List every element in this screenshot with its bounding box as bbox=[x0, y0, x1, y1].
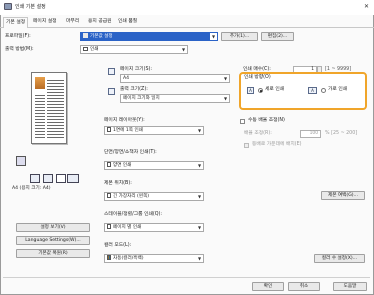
preview-duplex-icon[interactable] bbox=[30, 174, 40, 183]
portrait-icon: A bbox=[247, 87, 254, 94]
title-bar: 인쇄 기본 설정 ✕ bbox=[0, 0, 374, 15]
ok-button[interactable]: 확인 bbox=[252, 282, 284, 291]
preview-caption: A4 (용지 크기: A4) bbox=[12, 186, 51, 191]
portrait-label[interactable]: 세로 인쇄 bbox=[265, 87, 284, 93]
page-size-value: A4 bbox=[123, 76, 130, 81]
profile-label: 프로파일(F): bbox=[5, 34, 31, 39]
page-size-label: 페이지 크기(S): bbox=[120, 67, 152, 72]
binding-margin-button[interactable]: 제본 여백(G)... bbox=[321, 191, 365, 200]
preview-image bbox=[35, 77, 45, 89]
preview-printer-icon[interactable] bbox=[16, 156, 26, 166]
output-size-label: 출력 크기(Z): bbox=[120, 87, 148, 92]
duplex-label: 단면/양면/소책자 인쇄(T): bbox=[104, 150, 157, 155]
binding-icon bbox=[107, 193, 111, 198]
printer-app-icon bbox=[4, 3, 12, 10]
staple-select[interactable]: 페이지 별 인쇄 ▼ bbox=[104, 223, 204, 232]
preview-layout-icon[interactable] bbox=[67, 174, 79, 183]
color-mode-select[interactable]: 자동(컬러/흑백) ▼ bbox=[104, 254, 204, 263]
chevron-down-icon: ▼ bbox=[223, 76, 228, 81]
manual-scale-label[interactable]: 수동 배율 조정(N) bbox=[248, 118, 285, 124]
chevron-down-icon: ▼ bbox=[197, 194, 202, 199]
help-button[interactable]: 도움말 bbox=[333, 282, 367, 291]
duplex-icon bbox=[107, 162, 111, 167]
layout-icon bbox=[107, 127, 111, 132]
footer-divider bbox=[3, 277, 370, 278]
staple-label: 스테이플/정렬/그룹 인쇄(Q): bbox=[104, 212, 163, 217]
tab-finishing[interactable]: 마무리 bbox=[64, 17, 81, 28]
layout-label: 페이지 레이아웃(Y): bbox=[104, 118, 145, 123]
tab-basic-settings[interactable]: 기본 설정 bbox=[3, 17, 29, 28]
layout-select[interactable]: 1면에 1쪽 인쇄 ▼ bbox=[104, 126, 204, 135]
page-size-select[interactable]: A4 ▼ bbox=[120, 74, 230, 83]
printer-icon bbox=[83, 46, 88, 51]
page-size-icon bbox=[108, 68, 115, 75]
tab-paper-source[interactable]: 용지 공급원 bbox=[86, 17, 114, 28]
color-mode-label: 컬러 모드(L): bbox=[104, 243, 132, 248]
chevron-down-icon: ▼ bbox=[181, 47, 186, 52]
window-title: 인쇄 기본 설정 bbox=[15, 4, 46, 10]
profile-add-button[interactable]: 추가(1)... bbox=[221, 32, 258, 41]
preview-staple-icon[interactable] bbox=[43, 174, 53, 183]
orientation-label: 인쇄 방향(O) bbox=[244, 75, 271, 80]
chevron-down-icon: ▼ bbox=[197, 163, 202, 168]
output-size-icon bbox=[108, 88, 115, 95]
color-count-button[interactable]: 컬러 수 설정(X)... bbox=[314, 254, 365, 263]
duplex-value: 양면 인쇄 bbox=[113, 163, 132, 168]
restore-defaults-button[interactable]: 기본값 복원(R) bbox=[16, 249, 90, 258]
scale-input[interactable]: 100 bbox=[300, 130, 321, 138]
chevron-down-icon: ▼ bbox=[223, 96, 228, 101]
manual-scale-checkbox[interactable] bbox=[240, 119, 245, 124]
tab-print-quality[interactable]: 인쇄 품질 bbox=[116, 17, 139, 28]
chevron-down-icon: ▼ bbox=[197, 128, 202, 133]
output-method-value: 인쇄 bbox=[90, 47, 99, 52]
profile-select[interactable]: 기본값 설정 ▼ bbox=[80, 32, 218, 41]
layout-value: 1면에 1쪽 인쇄 bbox=[113, 128, 143, 133]
landscape-label[interactable]: 가로 인쇄 bbox=[328, 87, 347, 93]
staple-value: 페이지 별 인쇄 bbox=[113, 225, 142, 230]
profile-icon bbox=[83, 33, 88, 38]
binding-label: 제본 위치(B): bbox=[104, 181, 132, 186]
chevron-down-icon: ▼ bbox=[210, 33, 217, 40]
view-settings-button[interactable]: 설정 보기(V) bbox=[16, 223, 90, 232]
tab-page-setup[interactable]: 페이지 설정 bbox=[31, 17, 59, 28]
language-settings-button[interactable]: Language Settings(W)... bbox=[16, 236, 90, 245]
tab-bar: 기본 설정 페이지 설정 마무리 용지 공급원 인쇄 품질 bbox=[0, 15, 374, 28]
chevron-down-icon: ▼ bbox=[197, 225, 202, 230]
binding-select[interactable]: 긴 가장자리 (왼쪽) ▼ bbox=[104, 192, 204, 201]
output-method-select[interactable]: 인쇄 ▼ bbox=[80, 45, 188, 54]
preview-color-icon[interactable] bbox=[56, 174, 66, 183]
profile-value: 기본값 설정 bbox=[90, 34, 113, 39]
close-icon[interactable]: ✕ bbox=[364, 4, 369, 10]
chevron-down-icon: ▼ bbox=[197, 256, 202, 261]
even-center-checkbox[interactable] bbox=[244, 143, 249, 148]
landscape-radio[interactable] bbox=[321, 88, 326, 93]
preview-text-lines-left bbox=[35, 93, 45, 138]
duplex-select[interactable]: 양면 인쇄 ▼ bbox=[104, 161, 204, 170]
color-mode-value: 자동(컬러/흑백) bbox=[113, 256, 144, 261]
preview-text-lines bbox=[47, 78, 64, 138]
staple-icon bbox=[107, 224, 111, 229]
scale-range: % [25 ~ 200] bbox=[325, 131, 358, 136]
page-preview bbox=[31, 72, 67, 144]
profile-edit-button[interactable]: 편집(2)... bbox=[261, 32, 294, 41]
binding-value: 긴 가장자리 (왼쪽) bbox=[113, 194, 150, 199]
output-size-value: 페이지 크기와 일치 bbox=[123, 96, 160, 101]
portrait-radio[interactable] bbox=[258, 88, 263, 93]
even-center-label: 등배로 가운데에 배치(E) bbox=[252, 142, 302, 147]
color-mode-icon bbox=[107, 255, 111, 260]
landscape-icon: A bbox=[308, 87, 317, 94]
output-method-label: 출력 방법(M): bbox=[5, 47, 34, 52]
scale-label: 배율 조정(R): bbox=[244, 131, 272, 136]
cancel-button[interactable]: 취소 bbox=[288, 282, 320, 291]
output-size-select[interactable]: 페이지 크기와 일치 ▼ bbox=[120, 94, 230, 103]
